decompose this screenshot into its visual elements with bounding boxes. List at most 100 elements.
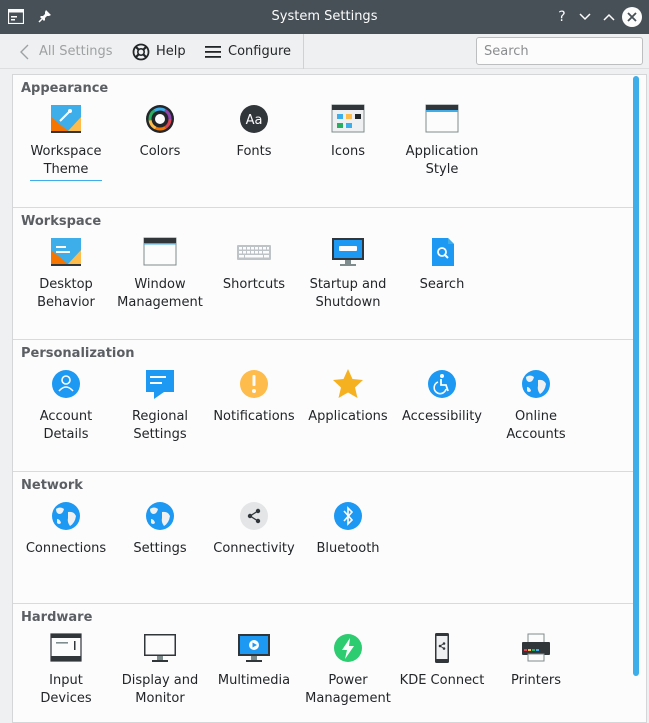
section-appearance: Appearance Workspace Theme Colors Aa Fon… bbox=[13, 75, 633, 207]
window-titlebar[interactable]: System Settings ? bbox=[0, 0, 649, 34]
item-regional-settings[interactable]: Regional Settings bbox=[113, 368, 207, 444]
item-connectivity[interactable]: Connectivity bbox=[207, 500, 301, 558]
hamburger-menu-icon bbox=[205, 45, 221, 58]
item-label: Search bbox=[419, 277, 465, 292]
maximize-button[interactable] bbox=[600, 8, 618, 26]
item-display-monitor[interactable]: Display and Monitor bbox=[113, 632, 207, 708]
item-label: Startup and Shutdown bbox=[309, 277, 387, 310]
chevron-down-icon bbox=[579, 13, 591, 21]
item-label: KDE Connect bbox=[399, 673, 485, 688]
close-icon bbox=[627, 12, 637, 22]
item-account-details[interactable]: Account Details bbox=[19, 368, 113, 444]
section-network: Network Connections Settings Connectivit… bbox=[13, 471, 633, 603]
item-label: Notifications bbox=[213, 409, 295, 424]
item-input-devices[interactable]: Input Devices bbox=[19, 632, 113, 708]
kde-connect-phone-icon bbox=[435, 633, 449, 663]
item-label: Online Accounts bbox=[506, 409, 566, 442]
item-label: Multimedia bbox=[217, 673, 291, 688]
item-colors[interactable]: Colors bbox=[113, 103, 207, 161]
applications-star-icon bbox=[333, 369, 363, 398]
search-input[interactable] bbox=[476, 37, 643, 65]
desktop-behavior-icon bbox=[51, 238, 81, 266]
power-management-icon bbox=[334, 634, 362, 662]
item-label: Regional Settings bbox=[131, 409, 189, 442]
item-label: Input Devices bbox=[40, 673, 92, 706]
item-workspace-theme[interactable]: Workspace Theme bbox=[19, 103, 113, 181]
item-label: Workspace Theme bbox=[30, 143, 102, 181]
chevron-up-icon bbox=[603, 13, 615, 21]
section-title: Personalization bbox=[21, 346, 135, 361]
section-hardware: Hardware Input Devices Display and Monit… bbox=[13, 603, 633, 722]
item-startup-shutdown[interactable]: Startup and Shutdown bbox=[301, 236, 395, 312]
item-desktop-behavior[interactable]: Desktop Behavior bbox=[19, 236, 113, 312]
help-label: Help bbox=[156, 44, 186, 59]
all-settings-label: All Settings bbox=[39, 44, 113, 59]
configure-button[interactable]: Configure bbox=[205, 34, 291, 69]
item-icons[interactable]: Icons bbox=[301, 103, 395, 161]
item-label: Display and Monitor bbox=[121, 673, 199, 706]
connections-globe-icon bbox=[52, 502, 80, 530]
item-applications[interactable]: Applications bbox=[301, 368, 395, 426]
multimedia-icon bbox=[238, 634, 270, 662]
section-title: Appearance bbox=[21, 81, 109, 96]
section-title: Hardware bbox=[21, 610, 93, 625]
item-online-accounts[interactable]: Online Accounts bbox=[489, 368, 583, 444]
item-notifications[interactable]: Notifications bbox=[207, 368, 301, 426]
item-bluetooth[interactable]: Bluetooth bbox=[301, 500, 395, 558]
item-label: Window Management bbox=[117, 277, 203, 310]
item-label: Connectivity bbox=[213, 541, 295, 556]
help-menu-button[interactable]: Help bbox=[132, 34, 186, 69]
item-search[interactable]: Search bbox=[395, 236, 489, 294]
item-window-management[interactable]: Window Management bbox=[113, 236, 207, 312]
svg-text:Aa: Aa bbox=[246, 113, 263, 128]
toolbar-separator bbox=[303, 34, 304, 69]
fonts-icon: Aa bbox=[240, 105, 268, 133]
item-label: Connections bbox=[25, 541, 107, 556]
display-monitor-icon bbox=[144, 634, 176, 662]
item-label: Accessibility bbox=[402, 409, 482, 424]
startup-shutdown-icon bbox=[332, 238, 364, 266]
vertical-scrollbar[interactable] bbox=[633, 76, 639, 676]
item-label: Fonts bbox=[236, 144, 272, 159]
item-label: Printers bbox=[510, 673, 562, 688]
item-label: Shortcuts bbox=[222, 277, 286, 292]
section-title: Network bbox=[21, 478, 83, 493]
item-connections[interactable]: Connections bbox=[19, 500, 113, 558]
section-personalization: Personalization Account Details Regional… bbox=[13, 339, 633, 471]
item-multimedia[interactable]: Multimedia bbox=[207, 632, 301, 690]
connectivity-share-icon bbox=[240, 502, 268, 530]
section-workspace: Workspace Desktop Behavior Window Manage… bbox=[13, 207, 633, 339]
account-details-icon bbox=[52, 370, 80, 398]
printer-icon bbox=[522, 633, 550, 662]
section-title: Workspace bbox=[21, 214, 102, 229]
item-label: Power Management bbox=[305, 673, 391, 706]
minimize-button[interactable] bbox=[576, 8, 594, 26]
item-shortcuts[interactable]: Shortcuts bbox=[207, 236, 301, 294]
search-icon bbox=[432, 238, 454, 266]
lifebuoy-help-icon bbox=[132, 43, 150, 60]
close-button[interactable] bbox=[622, 7, 642, 27]
configure-label: Configure bbox=[228, 44, 292, 59]
item-label: Application Style bbox=[405, 144, 479, 177]
application-style-icon bbox=[425, 104, 459, 133]
keyboard-icon bbox=[237, 245, 271, 260]
item-printers[interactable]: Printers bbox=[489, 632, 583, 690]
all-settings-back-button[interactable]: All Settings bbox=[20, 34, 113, 69]
item-application-style[interactable]: Application Style bbox=[395, 103, 489, 179]
item-accessibility[interactable]: Accessibility bbox=[395, 368, 489, 426]
item-fonts[interactable]: Aa Fonts bbox=[207, 103, 301, 161]
item-kde-connect[interactable]: KDE Connect bbox=[395, 632, 489, 690]
item-label: Account Details bbox=[39, 409, 93, 442]
settings-category-grid: Appearance Workspace Theme Colors Aa Fon… bbox=[12, 74, 647, 723]
accessibility-icon bbox=[428, 370, 456, 398]
window-title: System Settings bbox=[271, 9, 378, 24]
network-settings-globe-icon bbox=[146, 502, 174, 530]
notifications-icon bbox=[240, 370, 268, 398]
item-label: Desktop Behavior bbox=[37, 277, 95, 310]
item-network-settings[interactable]: Settings bbox=[113, 500, 207, 558]
item-power-management[interactable]: Power Management bbox=[301, 632, 395, 708]
colors-icon bbox=[146, 105, 174, 133]
workspace-theme-icon bbox=[51, 105, 81, 133]
item-label: Applications bbox=[308, 409, 388, 424]
help-button[interactable]: ? bbox=[553, 8, 571, 26]
